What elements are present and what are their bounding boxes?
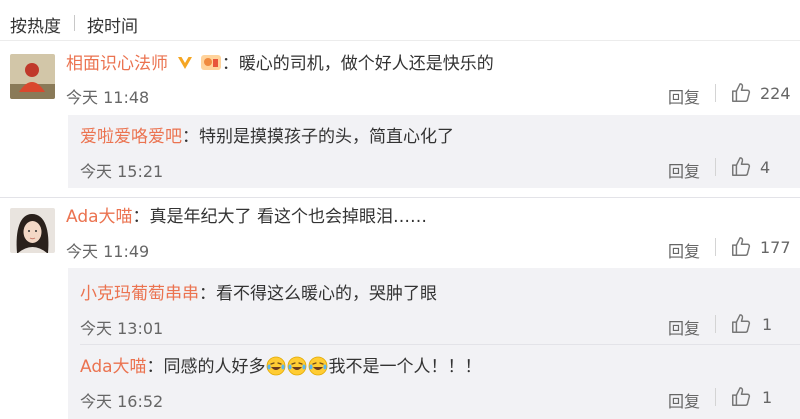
action-divider [715, 84, 716, 102]
like-count: 4 [760, 158, 771, 177]
thumbs-up-icon[interactable] [730, 236, 752, 258]
thumbs-up-icon[interactable] [730, 386, 752, 408]
username-link[interactable]: 爱啦爱咯爱吧 [80, 127, 182, 147]
reply-button[interactable]: 回复 [668, 238, 700, 262]
reply-text-end: 我不是一个人！！！ [328, 357, 482, 377]
like-count: 1 [762, 315, 773, 334]
thumbs-up-icon[interactable] [730, 82, 752, 104]
comment-line: Ada大喵：真是年纪大了 看这个也会掉眼泪…… [66, 206, 427, 228]
member-badge-icon [200, 52, 222, 78]
reply-button[interactable]: 回复 [668, 84, 700, 108]
laughing-tears-emoji-icon [308, 356, 328, 376]
action-divider [715, 158, 716, 176]
reply-line: 小克玛葡萄串串：看不得这么暖心的，哭肿了眼 [80, 283, 437, 305]
reply-button[interactable]: 回复 [668, 315, 700, 339]
divider [0, 197, 800, 198]
like-count: 1 [762, 388, 773, 407]
tab-sort-by-time[interactable]: 按时间 [87, 12, 138, 37]
thumbs-up-icon[interactable] [730, 156, 752, 178]
colon: ： [132, 207, 150, 227]
username-link[interactable]: 小克玛葡萄串串 [80, 284, 199, 304]
reply-time: 今天 15:21 [80, 162, 164, 181]
avatar[interactable] [10, 208, 55, 253]
reply-button[interactable]: 回复 [668, 388, 700, 412]
laughing-tears-emoji-icon [266, 356, 286, 376]
divider [0, 40, 800, 41]
verified-v-icon [177, 55, 193, 77]
action-divider [715, 315, 716, 333]
colon: ： [221, 54, 239, 74]
like-count: 224 [760, 84, 791, 103]
reply-text: 特别是摸摸孩子的头，简直心化了 [199, 127, 454, 147]
comment-time: 今天 11:48 [66, 88, 150, 107]
comment-time: 今天 11:49 [66, 242, 150, 261]
colon: ： [199, 284, 216, 304]
reply-time: 今天 16:52 [80, 392, 164, 411]
reply-line: 爱啦爱咯爱吧：特别是摸摸孩子的头，简直心化了 [80, 126, 454, 148]
colon: ： [146, 357, 164, 377]
reply-time: 今天 13:01 [80, 319, 164, 338]
thumbs-up-icon[interactable] [730, 313, 752, 335]
username-link[interactable]: 相面识心法师 [66, 54, 168, 74]
laughing-tears-emoji-icon [287, 356, 307, 376]
reply-text-start: 同感的人好多 [163, 357, 266, 377]
username-link[interactable]: Ada大喵 [66, 207, 133, 227]
reply-line: Ada大喵：同感的人好多 我不是一个人！！！ [80, 356, 482, 378]
action-divider [715, 238, 716, 256]
tab-divider [74, 15, 75, 31]
tab-sort-by-hot[interactable]: 按热度 [10, 12, 61, 37]
avatar[interactable] [10, 54, 55, 99]
colon: ： [182, 127, 199, 147]
reply-text: 看不得这么暖心的，哭肿了眼 [216, 284, 437, 304]
divider [80, 344, 800, 345]
comment-text: 暖心的司机，做个好人还是快乐的 [238, 54, 494, 74]
reply-button[interactable]: 回复 [668, 158, 700, 182]
comment-line: 相面识心法师 ：暖心的司机，做个好人还是快乐的 [66, 52, 494, 78]
like-count: 177 [760, 238, 791, 257]
sort-bar: 按热度 按时间 [0, 0, 800, 40]
comment-text: 真是年纪大了 看这个也会掉眼泪…… [149, 207, 427, 227]
action-divider [715, 388, 716, 406]
username-link[interactable]: Ada大喵 [80, 357, 147, 377]
